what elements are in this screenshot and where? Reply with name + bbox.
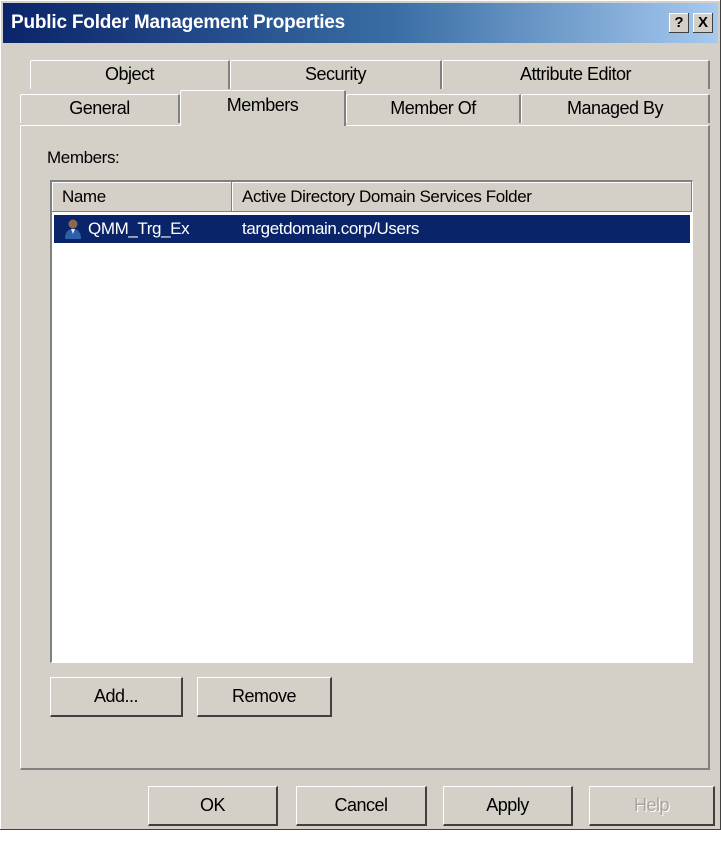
column-header-name[interactable]: Name <box>52 182 232 212</box>
tab-object[interactable]: Object <box>30 60 230 89</box>
tab-attribute-editor[interactable]: Attribute Editor <box>442 60 710 89</box>
add-member-button[interactable]: Add... <box>50 677 183 717</box>
ok-button[interactable]: OK <box>148 786 278 826</box>
table-row[interactable]: QMM_Trg_Ex targetdomain.corp/Users <box>54 215 690 243</box>
members-label: Members: <box>47 148 120 167</box>
cancel-button[interactable]: Cancel <box>296 786 427 826</box>
apply-button[interactable]: Apply <box>443 786 573 826</box>
user-icon <box>65 219 81 239</box>
title-bar[interactable]: Public Folder Management Properties ? X <box>3 3 718 43</box>
column-header-folder[interactable]: Active Directory Domain Services Folder <box>232 182 692 212</box>
tab-members[interactable]: Members <box>180 90 346 126</box>
properties-dialog: Public Folder Management Properties ? X … <box>0 0 721 830</box>
help-button: Help <box>589 786 715 826</box>
member-name: QMM_Trg_Ex <box>88 219 190 238</box>
members-list[interactable]: Name Active Directory Domain Services Fo… <box>50 180 693 663</box>
tab-managed-by[interactable]: Managed By <box>521 94 710 123</box>
window-title: Public Folder Management Properties <box>11 12 346 33</box>
tab-member-of[interactable]: Member Of <box>346 94 521 123</box>
help-caption-button[interactable]: ? <box>669 13 689 33</box>
remove-member-button[interactable]: Remove <box>197 677 332 717</box>
close-button[interactable]: X <box>693 13 713 33</box>
tab-security[interactable]: Security <box>230 60 442 89</box>
member-folder: targetdomain.corp/Users <box>242 219 419 238</box>
tab-general[interactable]: General <box>20 94 180 123</box>
